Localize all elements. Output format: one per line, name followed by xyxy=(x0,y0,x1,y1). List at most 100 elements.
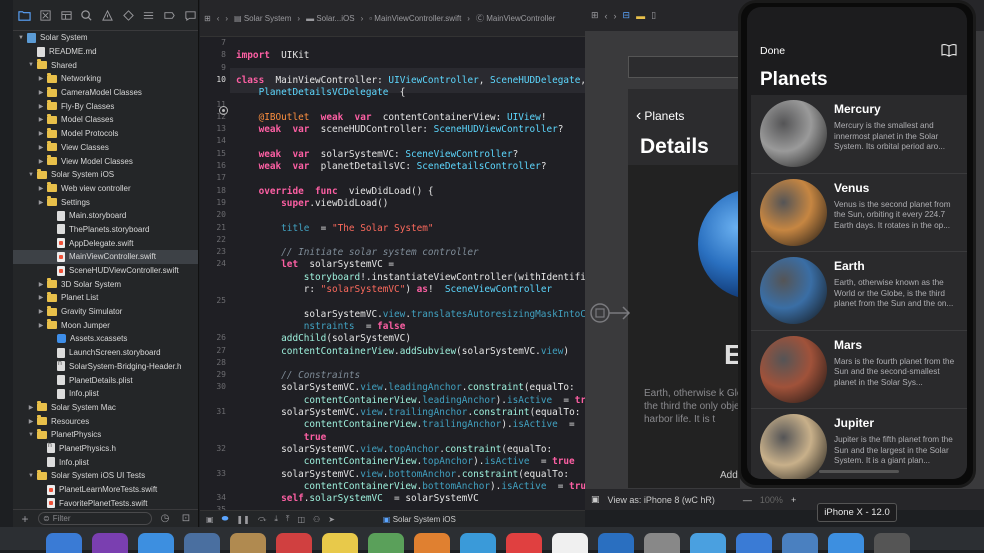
tree-item[interactable]: ▶ Resources xyxy=(13,414,198,428)
line-number[interactable]: 31 xyxy=(216,407,226,416)
code-line[interactable]: import UIKit xyxy=(236,50,309,61)
line-number[interactable]: 17 xyxy=(216,173,226,182)
disclosure-open-icon[interactable]: ▼ xyxy=(27,172,35,178)
search-icon[interactable] xyxy=(79,7,95,23)
disclosure-closed-icon[interactable]: ▶ xyxy=(37,199,45,206)
jump-crumb-class[interactable]: Ⓒ MainViewController xyxy=(476,13,555,24)
tree-item[interactable]: ▶ Networking xyxy=(13,72,198,86)
code-line[interactable]: // Constraints xyxy=(236,370,360,381)
tree-item[interactable]: ▶ Model Classes xyxy=(13,113,198,127)
breakpoints-toggle-icon[interactable]: ⬬ xyxy=(222,514,229,524)
disclosure-open-icon[interactable]: ▼ xyxy=(27,473,35,479)
tree-item[interactable]: PlanetPhysics.h xyxy=(13,442,198,456)
code-line[interactable]: true xyxy=(236,432,327,443)
line-number[interactable]: 30 xyxy=(216,382,226,391)
dock-app-icon[interactable] xyxy=(92,533,128,553)
dock-app-icon[interactable] xyxy=(690,533,726,553)
dock-app-icon[interactable] xyxy=(276,533,312,553)
grid-icon[interactable]: ⊞ xyxy=(591,10,599,21)
tree-item[interactable]: ▶ Web view controller xyxy=(13,182,198,196)
dock-app-icon[interactable] xyxy=(736,533,772,553)
code-line[interactable]: contentContainerView.addSubview(solarSys… xyxy=(236,346,569,357)
tree-item[interactable]: Info.plist xyxy=(13,455,198,469)
home-indicator[interactable] xyxy=(819,470,899,473)
step-over-icon[interactable]: ⤼ xyxy=(258,514,267,524)
code-line[interactable]: contentContainerView.topAnchor).isActive… xyxy=(236,456,575,467)
back-icon[interactable]: ‹ xyxy=(217,14,220,23)
tree-item[interactable]: ▼ Shared xyxy=(13,58,198,72)
code-line[interactable]: storyboard!.instantiateViewController(wi… xyxy=(236,272,592,283)
code-line[interactable]: nstraints = false xyxy=(236,321,406,332)
report-icon[interactable] xyxy=(182,7,198,23)
line-number[interactable]: 25 xyxy=(216,296,226,305)
storyboard-icon[interactable]: ▯ xyxy=(651,10,656,21)
line-number[interactable]: 19 xyxy=(216,198,226,207)
view-controller-scene-bar[interactable] xyxy=(628,56,740,78)
line-number[interactable]: 23 xyxy=(216,247,226,256)
tree-item[interactable]: ▼ Solar System iOS xyxy=(13,168,198,182)
line-number[interactable]: 8 xyxy=(221,50,226,59)
disclosure-closed-icon[interactable]: ▶ xyxy=(27,418,35,425)
code-line[interactable]: title = "The Solar System" xyxy=(236,223,433,234)
tree-item[interactable]: ▶ View Model Classes xyxy=(13,154,198,168)
disclosure-closed-icon[interactable]: ▶ xyxy=(37,116,45,123)
back-icon[interactable]: ‹ xyxy=(605,11,608,21)
tree-item[interactable]: LaunchScreen.storyboard xyxy=(13,346,198,360)
tree-item[interactable]: ▶ View Classes xyxy=(13,141,198,155)
code-line[interactable]: addChild(solarSystemVC) xyxy=(236,333,411,344)
code-line[interactable]: solarSystemVC.view.topAnchor.constraint(… xyxy=(236,444,552,455)
code-line[interactable]: @IBOutlet weak var contentContainerView:… xyxy=(236,112,547,123)
code-line[interactable]: weak var sceneHUDController: SceneHUDVie… xyxy=(236,124,564,135)
details-view-controller-scene[interactable]: ‹ Planets Details E Earth, otherwise k Gl… xyxy=(628,89,740,510)
code-line[interactable]: super.viewDidLoad() xyxy=(236,198,388,209)
code-line[interactable]: solarSystemVC.view.leadingAnchor.constra… xyxy=(236,382,575,393)
disclosure-closed-icon[interactable]: ▶ xyxy=(37,130,45,137)
step-out-icon[interactable]: ⤒ xyxy=(286,514,290,524)
disclosure-closed-icon[interactable]: ▶ xyxy=(37,281,45,288)
tree-item[interactable]: MainViewController.swift xyxy=(13,250,198,264)
line-number[interactable]: 29 xyxy=(216,370,226,379)
dock-app-icon[interactable] xyxy=(644,533,680,553)
tree-item[interactable]: Info.plist xyxy=(13,387,198,401)
dock-app-icon[interactable] xyxy=(460,533,496,553)
dock-app-icon[interactable] xyxy=(782,533,818,553)
disclosure-open-icon[interactable]: ▼ xyxy=(27,62,35,68)
code-line[interactable]: class MainViewController: UIViewControll… xyxy=(236,75,586,86)
code-line[interactable]: self.solarSystemVC = solarSystemVC xyxy=(236,493,479,504)
tree-item[interactable]: ▼ Solar System xyxy=(13,31,198,45)
code-line[interactable]: contentContainerView.bottomAnchor).isAct… xyxy=(236,481,592,492)
disclosure-closed-icon[interactable]: ▶ xyxy=(37,294,45,301)
dock-app-icon[interactable] xyxy=(322,533,358,553)
disclosure-closed-icon[interactable]: ▶ xyxy=(37,158,45,165)
jump-crumb-file[interactable]: ▫ MainViewController.swift xyxy=(369,14,461,23)
dock-app-icon[interactable] xyxy=(138,533,174,553)
code-line[interactable]: solarSystemVC.view.translatesAutoresizin… xyxy=(236,309,592,320)
disclosure-closed-icon[interactable]: ▶ xyxy=(37,308,45,315)
code-line[interactable]: r: "solarSystemVC") as! SceneViewControl… xyxy=(236,284,552,295)
line-number[interactable]: 9 xyxy=(221,63,226,72)
add-button[interactable]: Add xyxy=(720,470,738,481)
planet-row[interactable]: Venus Venus is the second planet from the… xyxy=(751,173,967,252)
tree-item[interactable]: ▶ Model Protocols xyxy=(13,127,198,141)
tree-item[interactable]: ▶ Solar System Mac xyxy=(13,401,198,415)
tree-item[interactable]: ▶ Moon Jumper xyxy=(13,318,198,332)
tree-item[interactable]: ▶ Settings xyxy=(13,195,198,209)
line-number[interactable]: 13 xyxy=(216,124,226,133)
zoom-out-icon[interactable]: — xyxy=(743,495,752,505)
folder-icon[interactable] xyxy=(17,7,33,23)
line-number[interactable]: 20 xyxy=(216,210,226,219)
filter-field[interactable]: ⊜ Filter xyxy=(38,512,152,525)
planet-row[interactable]: Mercury Mercury is the smallest and inner… xyxy=(751,95,967,174)
line-number[interactable]: 24 xyxy=(216,259,226,268)
phone-screen[interactable]: Done Planets Mercury Mercury is the small… xyxy=(747,7,967,479)
test-icon[interactable] xyxy=(120,7,136,23)
dock-app-icon[interactable] xyxy=(184,533,220,553)
tree-item[interactable]: PlanetLearnMoreTests.swift xyxy=(13,483,198,497)
line-number[interactable]: 33 xyxy=(216,469,226,478)
code-line[interactable]: contentContainerView.trailingAnchor).isA… xyxy=(236,419,575,430)
code-editor[interactable]: ⊞ ‹ › ▤ Solar System › ▬ Solar...iOS › ▫… xyxy=(200,0,597,514)
forward-icon[interactable]: › xyxy=(614,11,617,21)
disclosure-closed-icon[interactable]: ▶ xyxy=(37,144,45,151)
dock-app-icon[interactable] xyxy=(828,533,864,553)
code-line[interactable]: override func viewDidLoad() { xyxy=(236,186,434,197)
